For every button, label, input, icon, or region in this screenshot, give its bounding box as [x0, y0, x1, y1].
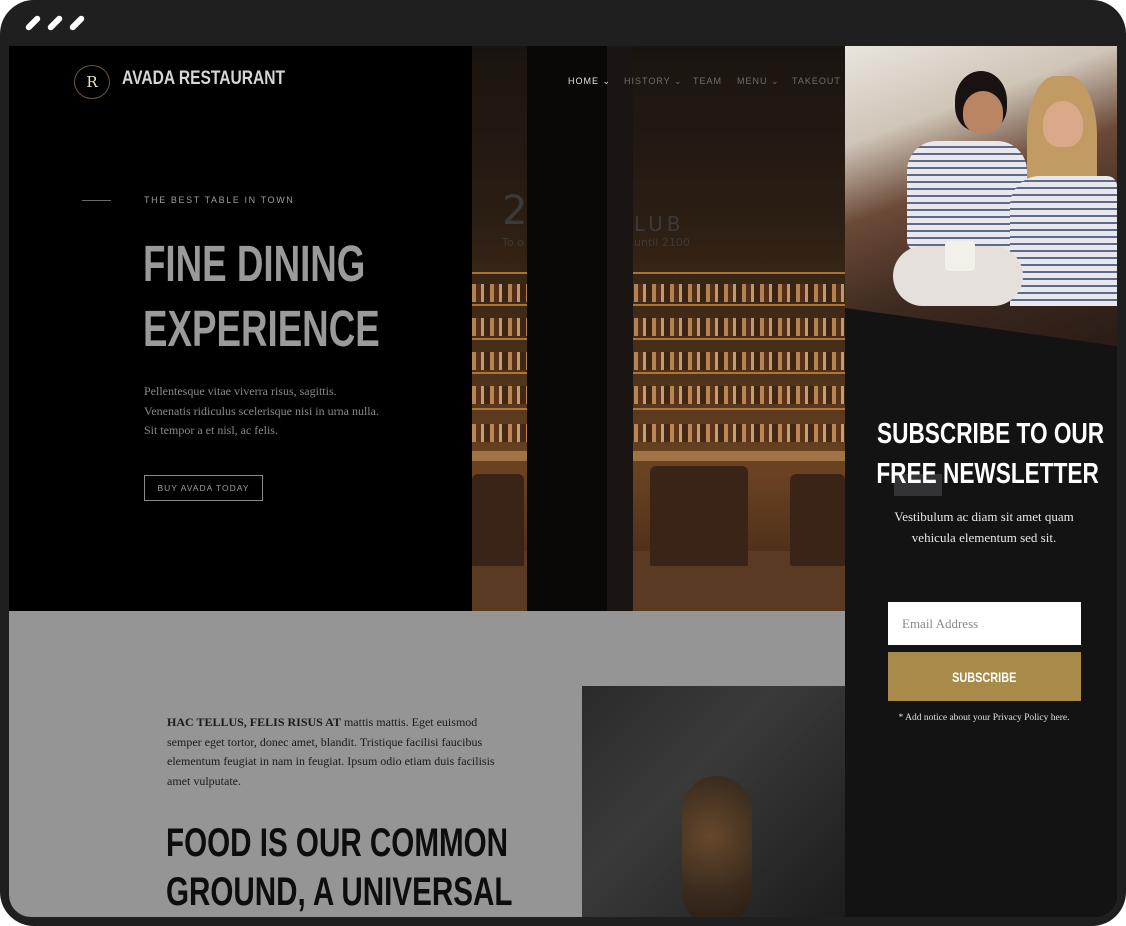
window-dot-icon[interactable]: [46, 14, 64, 32]
story-lead-bold: HAC TELLUS, FELIS RISUS AT: [167, 715, 341, 729]
brand-name[interactable]: AVADA RESTAURANT: [122, 68, 285, 90]
subscribe-label: SUBSCRIBE: [952, 668, 1017, 685]
page-viewport: 2 LUB To o until 2100 R AVADA RESTAURANT…: [9, 46, 1117, 917]
story-section: HAC TELLUS, FELIS RISUS AT mattis mattis…: [9, 611, 845, 917]
chair: [650, 466, 748, 566]
takeout-box: [945, 241, 975, 271]
privacy-notice: * Add notice about your Privacy Policy h…: [898, 713, 1070, 723]
newsletter-title-line: SUBSCRIBE TO OUR: [877, 418, 1105, 450]
logo-emblem[interactable]: R: [74, 65, 110, 99]
chevron-down-icon: ⌄: [771, 76, 780, 86]
couple-dining-image: [845, 46, 1117, 346]
hero-section: 2 LUB To o until 2100 R AVADA RESTAURANT…: [9, 46, 845, 611]
email-field[interactable]: [888, 602, 1081, 645]
logo-letter: R: [86, 73, 98, 91]
newsletter-title-line: FREE NEWSLETTER: [876, 458, 1099, 490]
neon-sign-right: until 2100: [634, 236, 690, 249]
window-dot-icon[interactable]: [68, 14, 86, 32]
woman-face: [1043, 101, 1083, 147]
bar-interior-image: 2 LUB To o until 2100: [472, 46, 845, 611]
tattooed-arm: [682, 776, 752, 917]
pillar-edge: [607, 46, 633, 611]
man-face: [963, 91, 1003, 133]
nav-item-takeout[interactable]: TAKEOUT: [792, 76, 841, 86]
woman-shirt: [1010, 176, 1117, 306]
newsletter-description: Vestibulum ac diam sit amet quam vehicul…: [894, 509, 1074, 545]
window-dot-icon[interactable]: [24, 14, 42, 32]
hero-title-line: FINE DINING: [143, 235, 366, 292]
nav-item-menu[interactable]: MENU ⌄: [737, 76, 780, 87]
neon-sign-number: 2: [502, 188, 528, 234]
neon-sign-word: LUB: [634, 212, 685, 236]
nav-item-home[interactable]: HOME ⌄: [568, 76, 611, 87]
hero-title: FINE DINING EXPERIENCE: [143, 231, 380, 361]
nav-label: TEAM: [693, 76, 723, 86]
chevron-down-icon: ⌄: [602, 76, 612, 86]
nav-label: MENU: [737, 76, 768, 86]
story-heading: FOOD IS OUR COMMON GROUND, A UNIVERSAL: [166, 819, 512, 917]
story-paragraph: HAC TELLUS, FELIS RISUS AT mattis mattis…: [167, 713, 512, 791]
nav-label: TAKEOUT: [792, 76, 841, 86]
hero-title-line: EXPERIENCE: [143, 300, 380, 357]
nav-item-history[interactable]: HISTORY ⌄: [624, 76, 683, 87]
subscribe-button[interactable]: SUBSCRIBE: [888, 652, 1081, 701]
story-heading-line: FOOD IS OUR COMMON: [166, 821, 509, 865]
tagline-divider: [82, 200, 111, 201]
chair: [790, 474, 845, 566]
browser-window: 2 LUB To o until 2100 R AVADA RESTAURANT…: [0, 0, 1126, 926]
hero-lead: Pellentesque vitae viverra risus, sagitt…: [144, 384, 379, 437]
newsletter-panel: SUBSCRIBE TO OUR FREE NEWSLETTER Vestibu…: [845, 46, 1117, 917]
chef-image: [582, 686, 845, 917]
story-heading-line: GROUND, A UNIVERSAL: [166, 870, 513, 914]
buy-avada-button[interactable]: BUY AVADA TODAY: [144, 475, 263, 501]
neon-sign-left: To o: [502, 236, 524, 249]
chair: [472, 474, 524, 566]
man-shirt: [907, 141, 1027, 251]
pillar: [527, 46, 607, 611]
hero-tagline: THE BEST TABLE IN TOWN: [144, 195, 295, 205]
nav-label: HOME: [568, 76, 599, 86]
newsletter-title: SUBSCRIBE TO OUR FREE NEWSLETTER: [845, 414, 1117, 494]
nav-item-team[interactable]: TEAM: [693, 76, 722, 86]
nav-label: HISTORY: [624, 76, 671, 86]
chevron-down-icon: ⌄: [674, 76, 683, 86]
